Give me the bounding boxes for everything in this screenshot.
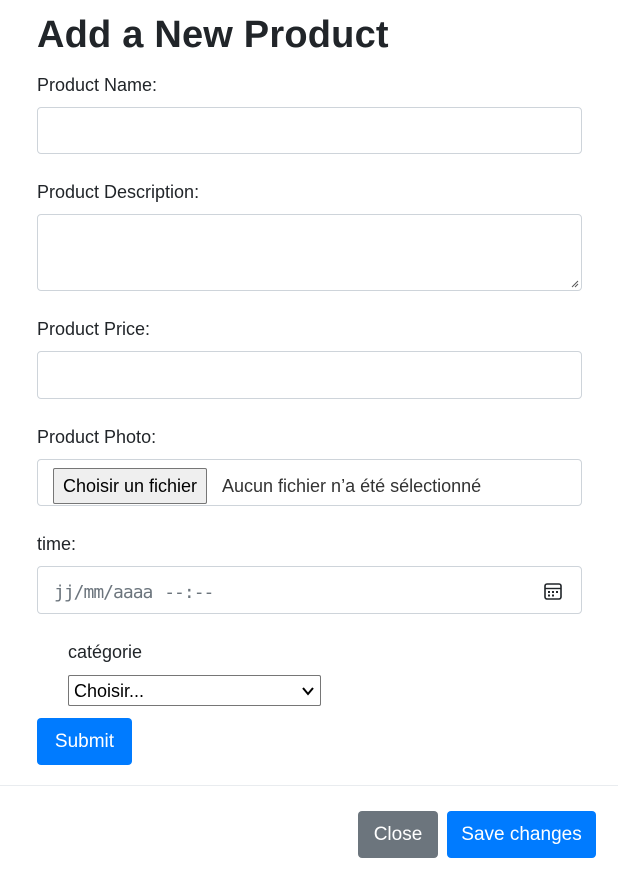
save-changes-button[interactable]: Save changes	[447, 811, 596, 858]
product-name-input[interactable]	[37, 107, 582, 154]
category-selected-value: Choisir...	[74, 681, 145, 701]
product-description-textarea[interactable]	[37, 214, 582, 291]
choose-file-button[interactable]: Choisir un fichier	[53, 468, 208, 504]
file-status-text: Aucun fichier n’a été sélectionné	[222, 476, 482, 496]
close-button[interactable]: Close	[358, 811, 438, 858]
product-photo-file-input[interactable]: Choisir un fichier Aucun fichier n’a été…	[37, 459, 582, 506]
chevron-down-icon	[302, 687, 314, 696]
datetime-placeholder: jj/mm/aaaa --:--	[54, 582, 214, 603]
submit-button[interactable]: Submit	[37, 718, 132, 765]
resize-grip-icon[interactable]	[571, 280, 579, 288]
category-label: catégorie	[68, 642, 143, 662]
product-description-label: Product Description:	[37, 182, 200, 202]
product-name-label: Product Name:	[37, 75, 158, 95]
page-title: Add a New Product	[37, 14, 389, 56]
modal-body: Add a New Product Product Name: Product …	[0, 0, 618, 785]
calendar-icon[interactable]	[543, 581, 563, 601]
category-select[interactable]: Choisir...	[68, 675, 321, 706]
time-label: time:	[37, 534, 77, 554]
product-photo-label: Product Photo:	[37, 427, 157, 447]
time-datetime-input[interactable]: jj/mm/aaaa --:--	[37, 566, 582, 614]
product-price-label: Product Price:	[37, 319, 151, 339]
footer-divider	[0, 785, 618, 786]
product-price-input[interactable]	[37, 351, 582, 399]
